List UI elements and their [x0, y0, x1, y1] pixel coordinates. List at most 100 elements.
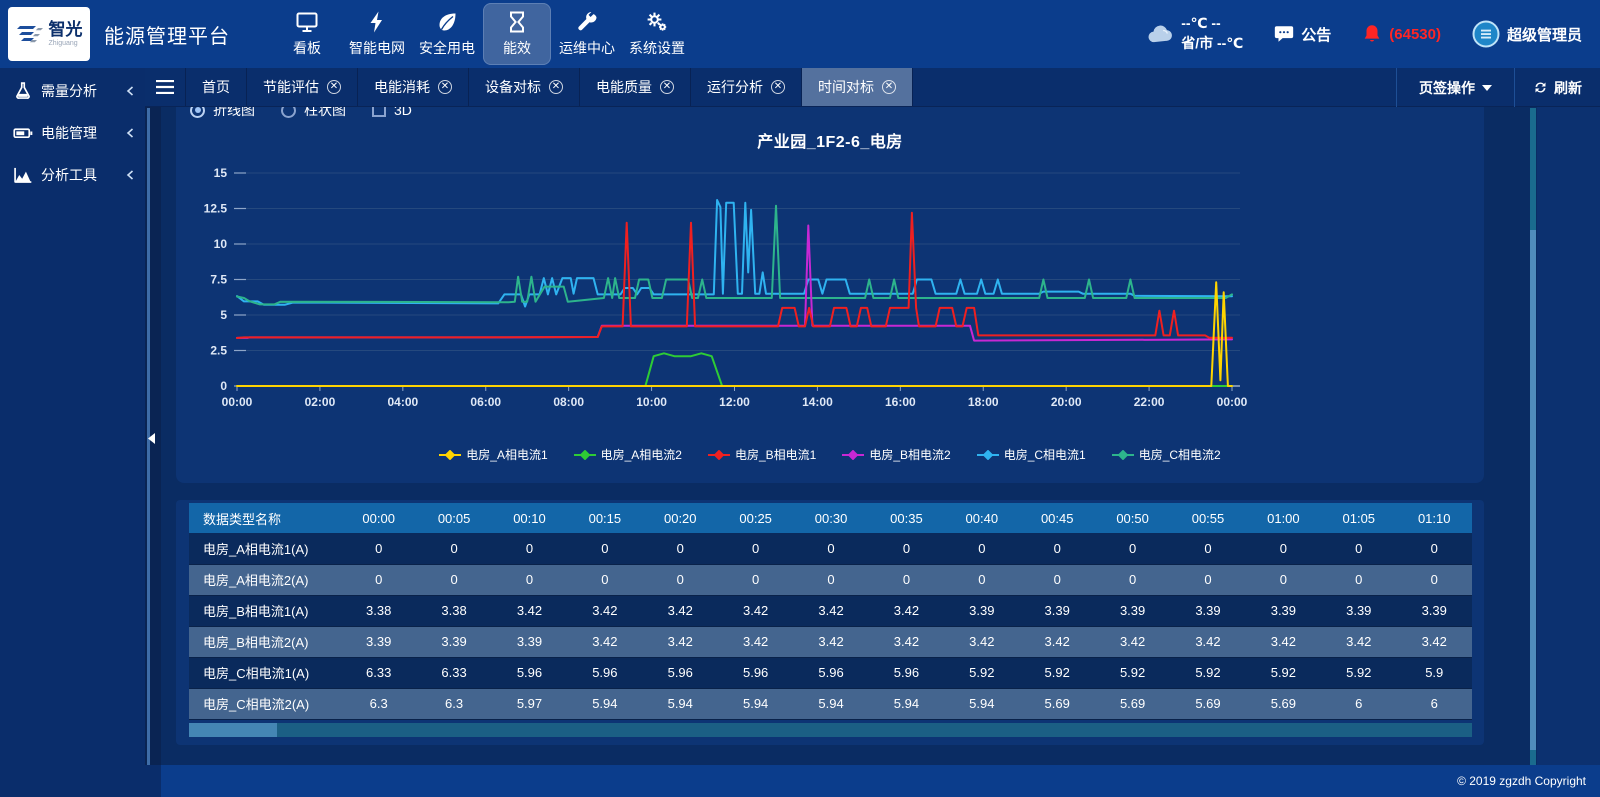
legend-label: 电房_B相电流2: [869, 446, 950, 463]
table-row: 电房_B相电流1(A)3.383.383.423.423.423.423.423…: [189, 595, 1472, 626]
tab-close-icon[interactable]: ✕: [882, 80, 896, 94]
table-header-cell: 01:00: [1246, 503, 1321, 533]
tab-时间对标[interactable]: 时间对标✕: [801, 68, 913, 106]
radio-line-chart[interactable]: 折线图: [190, 107, 255, 120]
tab-设备对标[interactable]: 设备对标✕: [468, 68, 579, 106]
sidebar-bottom: [0, 765, 161, 797]
sidebar-item-demand-analysis[interactable]: 需量分析: [0, 70, 145, 112]
copyright-text: © 2019 zgzdh Copyright: [1457, 774, 1586, 788]
row-value: 0: [1095, 533, 1170, 564]
row-value: 5.94: [793, 688, 868, 719]
radio-line-circle[interactable]: [190, 107, 205, 118]
tab-运行分析[interactable]: 运行分析✕: [690, 68, 801, 106]
tab-close-icon[interactable]: ✕: [771, 80, 785, 94]
table-horizontal-scrollbar[interactable]: [189, 723, 1472, 737]
row-value: 0: [567, 533, 642, 564]
sidebar-item-power-mgmt[interactable]: 电能管理: [0, 112, 145, 154]
nav-item-kanban[interactable]: 看板: [273, 3, 341, 65]
legend-label: 电房_A相电流2: [601, 446, 682, 463]
sidebar-collapse-handle[interactable]: [146, 429, 157, 447]
svg-text:0: 0: [220, 379, 227, 393]
tab-close-icon[interactable]: ✕: [660, 80, 674, 94]
legend-item-电房_B相电流1[interactable]: 电房_B相电流1: [708, 446, 816, 463]
tab-close-icon[interactable]: ✕: [327, 80, 341, 94]
row-value: 3.39: [416, 626, 491, 657]
notice-button[interactable]: 公告: [1273, 23, 1331, 45]
svg-text:16:00: 16:00: [885, 395, 916, 409]
row-value: 3.42: [1170, 626, 1245, 657]
row-value: 6.3: [341, 688, 416, 719]
content-vertical-scrollbar[interactable]: [1530, 108, 1536, 765]
nav-item-smart-grid[interactable]: 智能电网: [343, 3, 411, 65]
tab-menu-button[interactable]: [145, 68, 185, 106]
tab-首页[interactable]: 首页: [185, 68, 246, 106]
legend-item-电房_B相电流2[interactable]: 电房_B相电流2: [842, 446, 950, 463]
checkbox-3d-box[interactable]: [372, 107, 386, 117]
row-value: 3.42: [567, 595, 642, 626]
weather-widget[interactable]: --℃ -- 省/市 --℃: [1145, 14, 1243, 53]
table-scrollbar-thumb[interactable]: [189, 723, 277, 737]
svg-text:00:00: 00:00: [1217, 395, 1248, 409]
row-value: 3.39: [1020, 595, 1095, 626]
row-value: 3.42: [869, 626, 944, 657]
row-value: 0: [567, 564, 642, 595]
nav-item-energy-eff[interactable]: 能效: [483, 3, 551, 65]
tab-close-icon[interactable]: ✕: [549, 80, 563, 94]
logo-subtext: Zhiguang: [49, 40, 83, 47]
tab-电能消耗[interactable]: 电能消耗 ✕: [357, 68, 468, 106]
tab-close-icon[interactable]: ✕: [438, 80, 452, 94]
row-value: 0: [492, 564, 567, 595]
chart-legend: 电房_A相电流1 电房_A相电流2 电房_B相电流1 电房_B相电流2 电房_C相电流1…: [176, 446, 1484, 463]
tab-电能质量[interactable]: 电能质量✕: [579, 68, 690, 106]
tab-节能评估[interactable]: 节能评估✕: [246, 68, 357, 106]
row-value: 0: [1020, 564, 1095, 595]
checkbox-3d[interactable]: 3D: [372, 107, 412, 118]
legend-item-电房_A相电流2[interactable]: 电房_A相电流2: [574, 446, 682, 463]
table-header-cell: 00:00: [341, 503, 416, 533]
row-value: 6.33: [341, 657, 416, 688]
row-value: 5.94: [944, 688, 1019, 719]
legend-label: 电房_A相电流1: [466, 446, 547, 463]
row-value: 0: [1396, 564, 1472, 595]
legend-item-电房_C相电流1[interactable]: 电房_C相电流1: [977, 446, 1086, 463]
weather-city: 省/市 --℃: [1181, 34, 1243, 54]
sidebar-item-analysis-tools[interactable]: 分析工具: [0, 154, 145, 196]
row-value: 5.92: [1095, 657, 1170, 688]
row-value: 3.42: [944, 626, 1019, 657]
legend-item-电房_C相电流2[interactable]: 电房_C相电流2: [1112, 446, 1221, 463]
logo[interactable]: 智光 Zhiguang: [8, 7, 90, 61]
content-scrollbar-thumb[interactable]: [1530, 230, 1536, 750]
nav-item-ops-center[interactable]: 运维中心: [553, 3, 621, 65]
chevron-left-icon: [125, 128, 135, 138]
nav-item-safe-power[interactable]: 安全用电: [413, 3, 481, 65]
row-value: 0: [1170, 533, 1245, 564]
row-label: 电房_C相电流2(A): [189, 688, 341, 719]
radio-bar-circle[interactable]: [281, 107, 296, 118]
radio-bar-chart[interactable]: 柱状图: [281, 107, 346, 120]
nav-item-label: 安全用电: [419, 38, 475, 58]
svg-text:12.5: 12.5: [204, 202, 228, 216]
alarm-button[interactable]: (64530): [1361, 23, 1441, 45]
avatar-icon: [1471, 19, 1501, 49]
table-head: 数据类型名称00:0000:0500:1000:1500:2000:2500:3…: [189, 503, 1472, 533]
tab-operations-button[interactable]: 页签操作: [1396, 68, 1514, 107]
row-value: 0: [416, 564, 491, 595]
table-header-cell: 00:30: [793, 503, 868, 533]
row-value: 0: [793, 533, 868, 564]
row-value: 3.42: [1321, 626, 1396, 657]
row-value: 6.33: [416, 657, 491, 688]
row-value: 5.96: [718, 657, 793, 688]
nav-item-label: 系统设置: [629, 38, 685, 58]
navbar-right: --℃ -- 省/市 --℃ 公告 (64530) 超级: [1145, 0, 1600, 68]
legend-marker-icon: [439, 450, 461, 460]
nav-item-sys-settings[interactable]: 系统设置: [623, 3, 691, 65]
flask-icon: [13, 81, 33, 101]
svg-text:18:00: 18:00: [968, 395, 999, 409]
refresh-button[interactable]: 刷新: [1514, 68, 1600, 107]
tab-label: 电能消耗: [374, 77, 430, 97]
legend-item-电房_A相电流1[interactable]: 电房_A相电流1: [439, 446, 547, 463]
user-menu[interactable]: 超级管理员: [1471, 19, 1582, 49]
row-value: 0: [869, 533, 944, 564]
row-value: 3.42: [793, 626, 868, 657]
caret-down-icon: [1482, 85, 1492, 91]
